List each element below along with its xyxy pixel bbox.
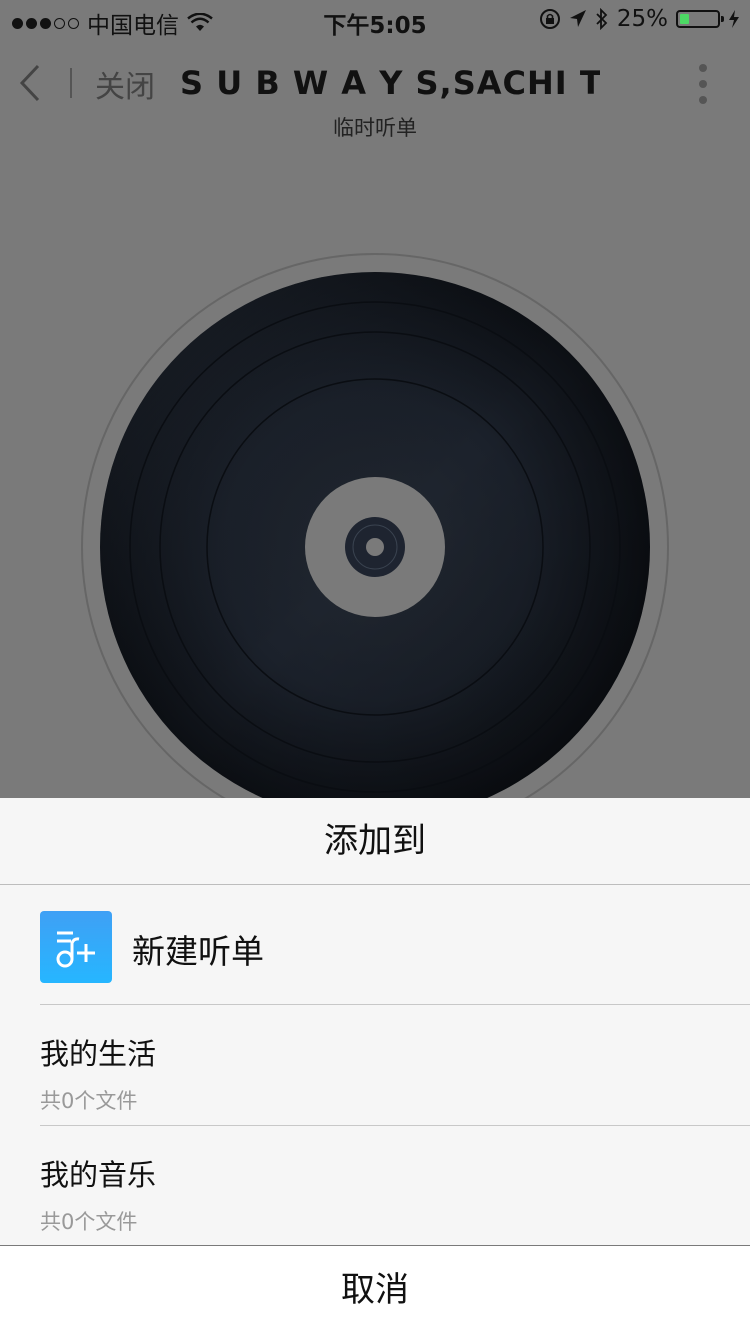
bluetooth-icon <box>596 8 608 30</box>
more-vertical-icon[interactable] <box>696 64 710 104</box>
playlist-count: 共0个文件 <box>40 1210 138 1234</box>
playlist-name: 我的生活 <box>40 1037 157 1071</box>
new-playlist-label: 新建听单 <box>132 932 264 971</box>
location-icon <box>569 10 586 27</box>
playlist-subtitle: 临时听单 <box>333 116 417 140</box>
status-right: 25% <box>539 6 740 32</box>
playlist-count: 共0个文件 <box>40 1089 138 1113</box>
playlist-row[interactable]: 我的音乐 共0个文件 <box>40 1126 750 1247</box>
new-playlist-row[interactable]: 新建听单 <box>40 885 750 1005</box>
playlist-row[interactable]: 我的生活 共0个文件 <box>40 1005 750 1126</box>
nav-bar: 关闭 S U B W A Y S,SACHI T... 临时听单 <box>0 40 750 150</box>
new-playlist-icon <box>40 911 112 983</box>
nav-divider <box>70 68 72 98</box>
playlist-name: 我的音乐 <box>40 1158 157 1192</box>
close-button[interactable]: 关闭 <box>95 62 155 106</box>
battery-fill <box>680 14 689 24</box>
add-to-sheet: 添加到 新建听单 我的生活 共0个文件 我的音乐 共0个文件 <box>0 798 750 1247</box>
vinyl-record-image <box>81 253 669 841</box>
status-bar: 中国电信 下午5:05 25% <box>0 0 750 40</box>
battery-percent: 25% <box>616 6 668 32</box>
rotation-lock-icon <box>539 9 560 29</box>
sheet-title: 添加到 <box>0 798 750 885</box>
battery-icon <box>676 10 724 28</box>
charging-icon <box>729 10 739 28</box>
track-title: S U B W A Y S,SACHI T... <box>180 64 600 102</box>
back-chevron-icon[interactable] <box>14 60 54 106</box>
cancel-button[interactable]: 取消 <box>0 1246 750 1334</box>
